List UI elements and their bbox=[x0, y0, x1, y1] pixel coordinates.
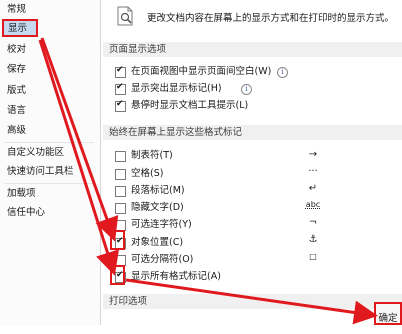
arrow-to-object-anchors bbox=[40, 37, 119, 242]
arrow-to-ok-button bbox=[125, 278, 378, 325]
arrow-to-show-all-marks bbox=[38, 39, 119, 276]
annotation-arrows bbox=[38, 37, 378, 325]
